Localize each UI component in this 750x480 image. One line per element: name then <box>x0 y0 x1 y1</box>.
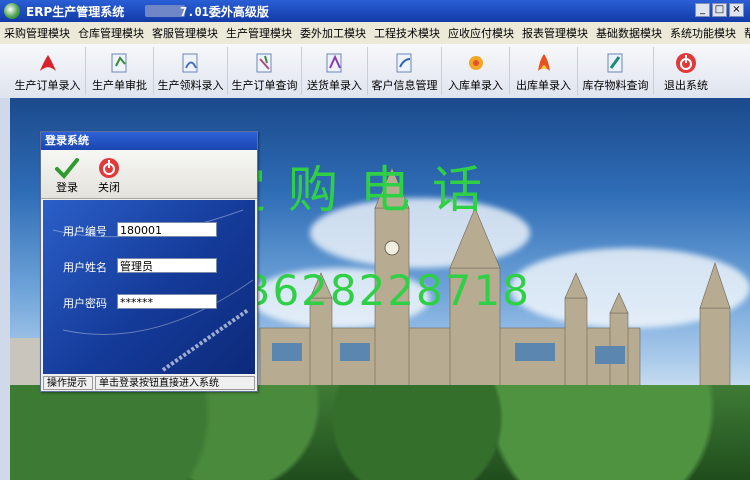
checkmark-icon <box>55 158 79 179</box>
login-button[interactable]: 登录 <box>47 153 87 195</box>
close-button-label: 关闭 <box>98 181 120 194</box>
app-logo-icon <box>4 3 20 19</box>
menu-outsourcing[interactable]: 委外加工模块 <box>296 25 370 41</box>
customer-icon <box>396 53 411 73</box>
status-message: 单击登录按钮直接进入系统 <box>95 376 255 390</box>
toolbar-label: 生产订单查询 <box>231 79 298 92</box>
toolbar-label: 生产单审批 <box>92 79 147 92</box>
login-dialog: 登录系统 登录 关闭 用户编号 180001 用户姓名 管理员 用户密码 ***… <box>40 131 258 392</box>
stock-in-icon <box>468 56 483 70</box>
menu-engineering[interactable]: 工程技术模块 <box>370 25 444 41</box>
password-input[interactable]: ****** <box>117 294 217 309</box>
pdf-icon <box>39 55 56 71</box>
toolbar-label: 生产订单录入 <box>14 79 81 92</box>
toolbar-customer-management[interactable]: 客户信息管理 <box>368 47 442 95</box>
password-label: 用户密码 <box>63 297 107 310</box>
toolbar-delivery-entry[interactable]: 送货单录入 <box>302 47 368 95</box>
menu-basic-data[interactable]: 基础数据模块 <box>592 25 666 41</box>
user-name-input[interactable]: 管理员 <box>117 258 217 273</box>
menu-bar: 采购管理模块 仓库管理模块 客服管理模块 生产管理模块 委外加工模块 工程技术模… <box>0 22 750 45</box>
delivery-icon <box>326 53 341 73</box>
toolbar-label: 生产领料录入 <box>157 79 224 92</box>
inventory-icon <box>607 53 622 73</box>
toolbar-label: 出库单录入 <box>516 79 571 92</box>
query-icon <box>256 53 271 73</box>
user-id-label: 用户编号 <box>63 225 107 238</box>
login-form: 用户编号 180001 用户姓名 管理员 用户密码 ****** <box>43 200 255 374</box>
menu-reports[interactable]: 报表管理模块 <box>518 25 592 41</box>
login-dialog-title[interactable]: 登录系统 <box>41 132 257 150</box>
toolbar-production-order-query[interactable]: 生产订单查询 <box>228 47 302 95</box>
login-toolbar: 登录 关闭 <box>41 150 257 199</box>
toolbar-label: 送货单录入 <box>307 79 362 92</box>
login-status-bar: 操作提示 单击登录按钮直接进入系统 <box>43 376 255 390</box>
toolbar-label: 客户信息管理 <box>371 79 438 92</box>
close-dialog-button[interactable]: 关闭 <box>89 153 129 195</box>
close-button[interactable]: × <box>729 3 744 17</box>
title-bar[interactable]: ERP生产管理系统 7.01委外高级版 _ □ × <box>0 0 750 22</box>
toolbar-stock-in-entry[interactable]: 入库单录入 <box>442 47 510 95</box>
order-phone-label: 定购电话 <box>216 161 504 219</box>
toolbar-exit-system[interactable]: 退出系统 <box>654 47 718 95</box>
exit-icon <box>676 53 696 73</box>
menu-warehouse[interactable]: 仓库管理模块 <box>74 25 148 41</box>
toolbar-production-order-entry[interactable]: 生产订单录入 <box>10 47 86 95</box>
maximize-button[interactable]: □ <box>712 3 727 17</box>
menu-receivables[interactable]: 应收应付模块 <box>444 25 518 41</box>
window-controls: _ □ × <box>695 3 744 17</box>
tree-line <box>10 385 750 480</box>
material-icon <box>182 53 197 73</box>
toolbar-material-requisition[interactable]: 生产领料录入 <box>154 47 228 95</box>
toolbar-inventory-query[interactable]: 库存物料查询 <box>578 47 654 95</box>
menu-customer-service[interactable]: 客服管理模块 <box>148 25 222 41</box>
menu-production[interactable]: 生产管理模块 <box>222 25 296 41</box>
user-name-label: 用户姓名 <box>63 261 107 274</box>
main-toolbar: 生产订单录入 生产单审批 生产领料录入 生产订单查询 送货单录入 客户信息管理 … <box>0 44 750 99</box>
app-window: ERP生产管理系统 7.01委外高级版 _ □ × 采购管理模块 仓库管理模块 … <box>0 0 750 480</box>
window-title: ERP生产管理系统 <box>26 5 125 19</box>
order-phone-number: 13628228718 <box>215 266 531 315</box>
minimize-button[interactable]: _ <box>695 3 710 17</box>
menu-purchase[interactable]: 采购管理模块 <box>0 25 74 41</box>
toolbar-stock-out-entry[interactable]: 出库单录入 <box>510 47 578 95</box>
user-id-input[interactable]: 180001 <box>117 222 217 237</box>
toolbar-production-approval[interactable]: 生产单审批 <box>86 47 154 95</box>
toolbar-label: 入库单录入 <box>448 79 503 92</box>
power-icon <box>99 158 119 178</box>
menu-help[interactable]: 帮助 <box>740 25 750 41</box>
stock-out-icon <box>537 54 550 71</box>
login-button-label: 登录 <box>56 181 78 194</box>
status-label: 操作提示 <box>43 376 93 390</box>
left-frame-edge <box>0 98 10 480</box>
menu-system[interactable]: 系统功能模块 <box>666 25 740 41</box>
toolbar-label: 库存物料查询 <box>582 79 649 92</box>
window-version: 7.01委外高级版 <box>180 5 269 19</box>
toolbar-label: 退出系统 <box>664 79 708 92</box>
approve-icon <box>111 53 126 73</box>
title-redacted-block <box>145 5 185 17</box>
